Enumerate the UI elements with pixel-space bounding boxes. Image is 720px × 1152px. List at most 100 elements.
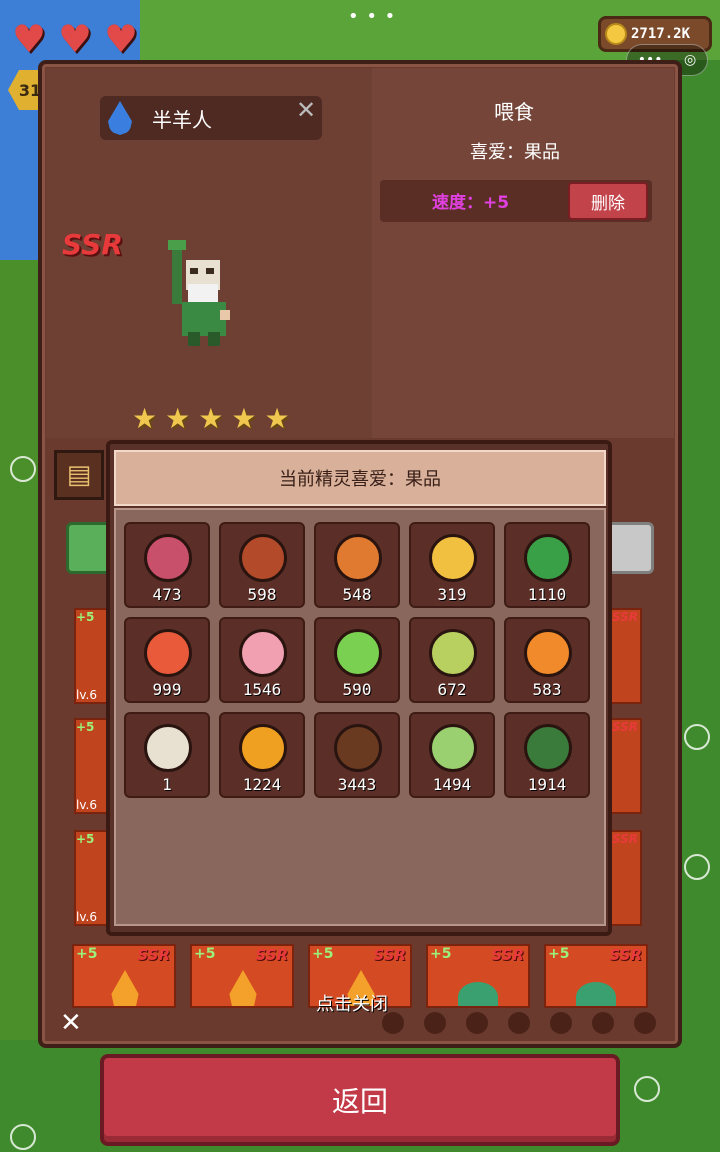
map-marker-circle[interactable] xyxy=(10,456,36,482)
food-count: 1 xyxy=(162,775,172,794)
star-icon: ★ xyxy=(198,402,224,435)
faun-character-sprite xyxy=(168,240,230,346)
food-count: 1914 xyxy=(527,775,567,794)
meat-drumstick-icon xyxy=(144,629,192,677)
card-level: lv.6 xyxy=(76,688,97,702)
slime-spirit-icon xyxy=(576,982,616,1006)
steak-icon xyxy=(144,534,192,582)
food-slot[interactable]: 1224 xyxy=(219,712,305,798)
food-slot[interactable]: 548 xyxy=(314,522,400,608)
coin-value: 2717.2K xyxy=(631,26,691,42)
map-marker-circle[interactable] xyxy=(10,1124,36,1150)
wine-bottle-icon xyxy=(524,724,572,772)
earth-element-icon[interactable] xyxy=(424,1012,446,1034)
dango-skewer-icon xyxy=(144,724,192,772)
top-menu-dots: • • • xyxy=(348,6,397,27)
card-rarity: SSR xyxy=(137,946,170,964)
map-marker-circle[interactable] xyxy=(634,1076,660,1102)
panel-close-button[interactable]: ✕ xyxy=(60,1008,82,1038)
star-icon: ★ xyxy=(231,402,257,435)
card-bonus: +5 xyxy=(76,720,95,734)
close-target-icon[interactable]: ◎ xyxy=(684,52,696,68)
star-rating: ★ ★ ★ ★ ★ xyxy=(132,402,290,435)
food-count: 3443 xyxy=(337,775,377,794)
food-slot[interactable]: 473 xyxy=(124,522,210,608)
food-slot[interactable]: 999 xyxy=(124,617,210,703)
food-count: 548 xyxy=(342,585,372,604)
food-slot[interactable]: 583 xyxy=(504,617,590,703)
food-slot[interactable]: 598 xyxy=(219,522,305,608)
card-rarity: SSR xyxy=(611,832,638,846)
feed-title: 喂食 xyxy=(494,100,534,124)
food-slot[interactable]: 672 xyxy=(409,617,495,703)
food-slot[interactable]: 3443 xyxy=(314,712,400,798)
spirit-card[interactable]: +5 SSR xyxy=(190,944,294,1008)
map-marker-circle[interactable] xyxy=(684,854,710,880)
omelette-icon xyxy=(429,534,477,582)
food-count: 590 xyxy=(342,680,372,699)
food-grid: 473 598 548 319 1110 999 1546 590 672 583 1 1224 344… xyxy=(124,522,590,798)
food-slot[interactable]: 590 xyxy=(314,617,400,703)
card-bonus: +5 xyxy=(76,832,95,846)
grey-tab-button[interactable] xyxy=(606,522,654,574)
food-slot[interactable]: 1110 xyxy=(504,522,590,608)
card-rarity: SSR xyxy=(491,946,524,964)
food-count: 473 xyxy=(152,585,182,604)
food-count: 1546 xyxy=(242,680,282,699)
water-element-icon[interactable] xyxy=(466,1012,488,1034)
tap-to-close-hint[interactable]: 点击关闭 xyxy=(316,990,388,1016)
back-button[interactable]: 返回 xyxy=(100,1054,620,1146)
element-filter-icons[interactable] xyxy=(382,1012,656,1034)
food-slot[interactable]: 1 xyxy=(124,712,210,798)
strawberry-smoothie-icon xyxy=(239,629,287,677)
flame-element-icon[interactable] xyxy=(550,1012,572,1034)
card-bonus: +5 xyxy=(312,946,334,962)
book-icon[interactable]: ▤ xyxy=(54,450,104,500)
card-rarity: SSR xyxy=(255,946,288,964)
water-element-icon xyxy=(108,101,132,135)
green-juice-icon xyxy=(334,629,382,677)
swirl-element-icon[interactable] xyxy=(634,1012,656,1034)
card-rarity: SSR xyxy=(611,720,638,734)
gear-element-icon[interactable] xyxy=(592,1012,614,1034)
coin-icon xyxy=(605,23,627,45)
food-slot[interactable]: 1546 xyxy=(219,617,305,703)
fire-element-icon[interactable] xyxy=(382,1012,404,1034)
food-slot[interactable]: 319 xyxy=(409,522,495,608)
food-count: 583 xyxy=(532,680,562,699)
spirit-card[interactable]: +5 SSR xyxy=(426,944,530,1008)
card-bonus: +5 xyxy=(76,946,98,962)
star-icon: ★ xyxy=(165,402,191,435)
spirit-card[interactable]: +5 SSR xyxy=(72,944,176,1008)
name-close-button[interactable]: ✕ xyxy=(296,96,316,124)
food-slot[interactable]: 1914 xyxy=(504,712,590,798)
food-count: 1110 xyxy=(527,585,567,604)
salad-icon xyxy=(524,534,572,582)
map-marker-circle[interactable] xyxy=(684,724,710,750)
delete-button[interactable]: 删除 xyxy=(568,182,648,220)
food-count: 1224 xyxy=(242,775,282,794)
spirit-name: 半羊人 xyxy=(152,107,212,132)
star-icon: ★ xyxy=(132,402,158,435)
card-rarity: SSR xyxy=(611,610,638,624)
card-bonus: +5 xyxy=(548,946,570,962)
heart-icon: ♥ xyxy=(104,17,139,61)
shield-element-icon[interactable] xyxy=(508,1012,530,1034)
spirit-card[interactable]: +5 SSR xyxy=(544,944,648,1008)
card-bonus: +5 xyxy=(194,946,216,962)
pizza-icon xyxy=(334,534,382,582)
health-hearts: ♥ ♥ ♥ xyxy=(12,17,144,61)
card-rarity: SSR xyxy=(609,946,642,964)
food-slot[interactable]: 1494 xyxy=(409,712,495,798)
popup-header: 当前精灵喜爱：果品 xyxy=(114,450,606,506)
slime-spirit-icon xyxy=(458,982,498,1006)
food-count: 319 xyxy=(437,585,467,604)
food-count: 999 xyxy=(152,680,182,699)
beer-barrel-icon xyxy=(334,724,382,772)
grilled-skewers-icon xyxy=(239,724,287,772)
grapes-icon xyxy=(429,629,477,677)
card-bonus: +5 xyxy=(430,946,452,962)
star-icon: ★ xyxy=(264,402,290,435)
flame-spirit-icon xyxy=(111,970,139,1006)
card-rarity: SSR xyxy=(373,946,406,964)
